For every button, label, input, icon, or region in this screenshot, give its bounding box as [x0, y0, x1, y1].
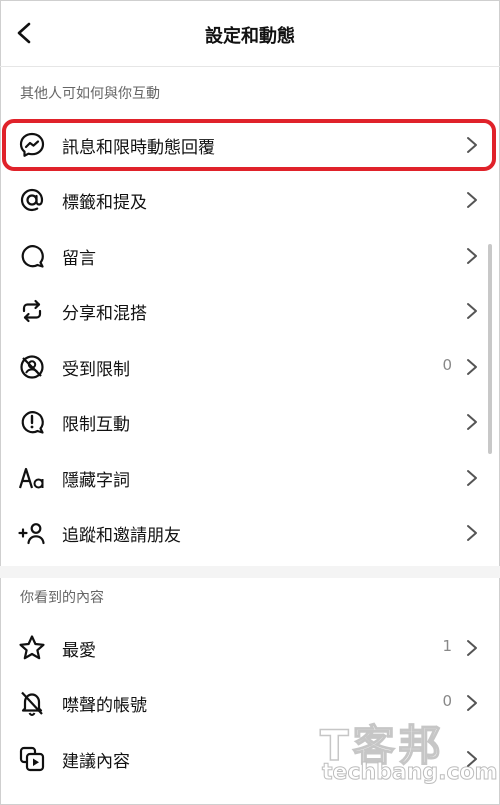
- menu-item-label: 留言: [62, 249, 96, 269]
- top-bar: 設定和動態: [0, 0, 500, 67]
- chevron-right-icon: [466, 524, 478, 542]
- watermark: T客邦 techbang.com: [314, 712, 498, 792]
- menu-item-label: 建議內容: [62, 752, 130, 772]
- scrollbar[interactable]: [488, 244, 492, 454]
- menu-item-tags[interactable]: 標籤和提及: [0, 172, 500, 228]
- menu-item-label: 追蹤和邀請朋友: [62, 526, 181, 546]
- menu-item-label: 噤聲的帳號: [62, 696, 147, 716]
- chevron-right-icon: [466, 358, 478, 376]
- chevron-right-icon: [466, 639, 478, 657]
- menu-item-label: 受到限制: [62, 360, 130, 380]
- chevron-right-icon: [466, 191, 478, 209]
- menu-item-label: 限制互動: [62, 415, 130, 435]
- star-icon: [18, 634, 46, 662]
- highlight-outline: [2, 119, 496, 171]
- menu-item-sharing[interactable]: 分享和混搭: [0, 283, 500, 339]
- menu-item-label: 分享和混搭: [62, 304, 147, 324]
- chevron-right-icon: [466, 302, 478, 320]
- item-count: 1: [442, 637, 452, 655]
- section-title-interactions: 其他人可如何與你互動: [20, 86, 160, 102]
- item-count: 0: [442, 692, 452, 710]
- chevron-right-icon: [466, 247, 478, 265]
- item-count: 0: [442, 356, 452, 374]
- menu-item-label: 隱藏字詞: [62, 471, 130, 491]
- menu-item-favorites[interactable]: 最愛 1: [0, 620, 500, 676]
- at-sign-icon: [18, 186, 46, 214]
- menu-item-hidden-words[interactable]: 隱藏字詞: [0, 450, 500, 506]
- chevron-right-icon: [466, 694, 478, 712]
- menu-item-comments[interactable]: 留言: [0, 228, 500, 284]
- add-person-icon: [18, 519, 46, 547]
- chevron-right-icon: [466, 413, 478, 431]
- chevron-right-icon: [466, 469, 478, 487]
- suggested-content-icon: [18, 745, 46, 773]
- page-title: 設定和動態: [205, 26, 295, 47]
- menu-item-follow-invite[interactable]: 追蹤和邀請朋友: [0, 505, 500, 561]
- watermark-site: techbang.com: [322, 760, 499, 786]
- text-aa-icon: [18, 464, 46, 492]
- comment-icon: [18, 242, 46, 270]
- muted-bell-icon: [18, 689, 46, 717]
- menu-item-label: 標籤和提及: [62, 193, 147, 213]
- menu-item-restricted[interactable]: 受到限制 0: [0, 339, 500, 395]
- section-title-seen: 你看到的內容: [20, 590, 104, 606]
- remix-icon: [18, 297, 46, 325]
- limit-interactions-icon: [18, 408, 46, 436]
- menu-item-limit-interactions[interactable]: 限制互動: [0, 394, 500, 450]
- restricted-icon: [18, 353, 46, 381]
- menu-item-label: 最愛: [62, 641, 96, 661]
- section-divider: [0, 566, 500, 578]
